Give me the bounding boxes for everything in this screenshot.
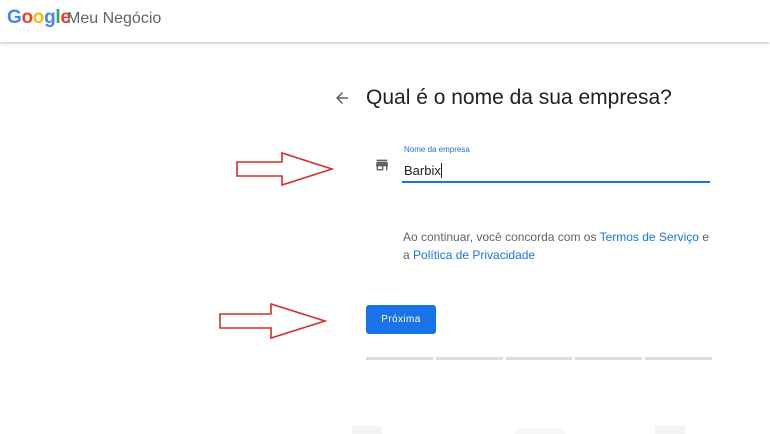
logo-letter-o1: o: [21, 7, 33, 28]
next-button[interactable]: Próxima: [366, 305, 436, 334]
arrow-back-icon[interactable]: [333, 89, 351, 107]
google-logo[interactable]: Google: [7, 7, 71, 29]
background-decoration: [352, 426, 382, 434]
progress-step: [505, 357, 573, 360]
background-decoration: [515, 428, 565, 434]
progress-step: [575, 357, 643, 360]
logo-letter-o2: o: [32, 7, 45, 28]
business-name-label: Nome da empresa: [404, 145, 470, 154]
progress-step: [645, 357, 712, 360]
text-caret: [441, 163, 442, 178]
terms-of-service-link[interactable]: Termos de Serviço: [600, 230, 699, 244]
progress-bar: [366, 357, 712, 360]
background-decoration: [655, 426, 685, 434]
product-name: Meu Negócio: [67, 10, 162, 27]
store-icon: [376, 159, 388, 171]
privacy-policy-link[interactable]: Política de Privacidade: [413, 248, 535, 262]
annotation-arrow-icon: [236, 151, 335, 187]
app-header: Google Meu Negócio: [0, 0, 770, 42]
annotation-arrow-icon: [219, 302, 328, 340]
logo-letter-g1: G: [7, 7, 22, 28]
progress-step: [435, 357, 503, 360]
page-title: Qual é o nome da sua empresa?: [366, 86, 672, 109]
terms-notice: Ao continuar, você concorda com os Termo…: [403, 228, 713, 264]
business-name-input[interactable]: [402, 159, 710, 183]
logo-letter-g2: g: [44, 7, 56, 28]
terms-prefix: Ao continuar, você concorda com os: [403, 230, 600, 244]
progress-step: [366, 357, 433, 360]
